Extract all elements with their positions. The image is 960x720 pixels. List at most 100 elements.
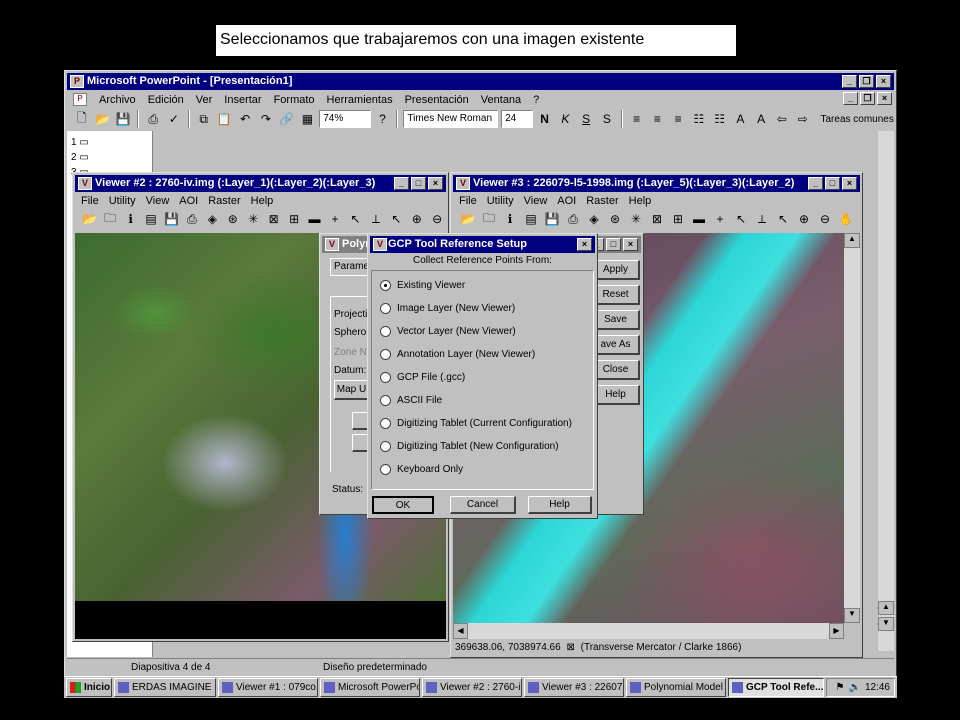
demote-icon[interactable]: ⇨: [794, 110, 812, 128]
option-tablet-current[interactable]: Digitizing Tablet (Current Configuration…: [380, 418, 572, 429]
doc-close-icon[interactable]: ×: [877, 92, 892, 105]
numbering-icon[interactable]: ☷: [690, 110, 708, 128]
apply-button[interactable]: Apply: [592, 260, 640, 280]
scroll-up-icon[interactable]: ▲: [844, 233, 860, 248]
menu-aoi[interactable]: AOI: [179, 195, 198, 207]
doc-minimize-icon[interactable]: _: [843, 92, 858, 105]
scroll-left-icon[interactable]: ◀: [453, 623, 468, 639]
target-icon[interactable]: ⊛: [224, 210, 241, 228]
option-gcp-file[interactable]: GCP File (.gcc): [380, 372, 465, 383]
menu-herramientas[interactable]: Herramientas: [327, 94, 393, 106]
table-icon[interactable]: ▦: [299, 110, 317, 128]
decrease-font-icon[interactable]: A: [752, 110, 770, 128]
menu-view[interactable]: View: [524, 195, 548, 207]
underline-icon[interactable]: S: [577, 110, 595, 128]
italic-icon[interactable]: K: [557, 110, 575, 128]
roam-icon[interactable]: ↖: [347, 210, 364, 228]
arrange-icon[interactable]: ▤: [142, 210, 159, 228]
paste-icon[interactable]: 📋: [216, 110, 234, 128]
line-icon[interactable]: ▬: [690, 210, 708, 228]
undo-icon[interactable]: ↶: [236, 110, 254, 128]
erase-icon[interactable]: ◈: [204, 210, 221, 228]
close-icon[interactable]: ×: [623, 238, 638, 251]
zoom-in-icon[interactable]: ⊕: [795, 210, 813, 228]
shadow-icon[interactable]: S: [598, 110, 616, 128]
option-tablet-new[interactable]: Digitizing Tablet (New Configuration): [380, 441, 559, 452]
taskbar-item-viewer3[interactable]: Viewer #3 : 22607...: [524, 678, 624, 697]
menu-ver[interactable]: Ver: [196, 94, 213, 106]
fit-icon[interactable]: ⊞: [285, 210, 302, 228]
menu-raster[interactable]: Raster: [208, 195, 240, 207]
doc-restore-icon[interactable]: ❐: [860, 92, 875, 105]
menu-ventana[interactable]: Ventana: [481, 94, 521, 106]
taskbar-item-gcp[interactable]: GCP Tool Refe...: [728, 678, 824, 697]
doc-menu-icon[interactable]: P: [73, 93, 87, 106]
map-units-button[interactable]: Map U: [334, 380, 370, 400]
menu-formato[interactable]: Formato: [274, 94, 315, 106]
taskbar-item-viewer2[interactable]: Viewer #2 : 2760-i...: [422, 678, 522, 697]
crosshair-icon[interactable]: +: [711, 210, 729, 228]
hyperlink-icon[interactable]: 🔗: [278, 110, 296, 128]
zoom-out-4x-icon[interactable]: ⊠: [265, 210, 282, 228]
viewer3-vertical-scrollbar[interactable]: ▲ ▼: [844, 233, 860, 623]
arrange-icon[interactable]: ▤: [522, 210, 540, 228]
zoom-out-icon[interactable]: ⊖: [816, 210, 834, 228]
menu-presentacion[interactable]: Presentación: [405, 94, 469, 106]
menu-edicion[interactable]: Edición: [148, 94, 184, 106]
menu-help[interactable]: Help: [629, 195, 652, 207]
new-icon[interactable]: 🗋: [73, 110, 91, 128]
erase-icon[interactable]: ◈: [585, 210, 603, 228]
save-button[interactable]: Save: [592, 310, 640, 330]
close-icon[interactable]: ×: [428, 177, 443, 190]
crosshair-icon[interactable]: +: [326, 210, 343, 228]
maximize-icon[interactable]: □: [411, 177, 426, 190]
scroll-down-icon[interactable]: ▼: [844, 608, 860, 623]
open-icon[interactable]: 📂: [94, 110, 112, 128]
save-icon[interactable]: 💾: [163, 210, 180, 228]
viewer3-horizontal-scrollbar[interactable]: ◀ ▶: [453, 623, 844, 639]
taskbar-item-polynomial[interactable]: Polynomial Model ...: [626, 678, 726, 697]
target-icon[interactable]: ⊛: [606, 210, 624, 228]
menu-utility[interactable]: Utility: [109, 195, 136, 207]
zoom-out-4x-icon[interactable]: ⊠: [648, 210, 666, 228]
viewer2-title-bar[interactable]: V Viewer #2 : 2760-iv.img (:Layer_1)(:La…: [75, 175, 446, 192]
menu-utility[interactable]: Utility: [487, 195, 514, 207]
open-icon[interactable]: 📂: [459, 210, 477, 228]
print-icon[interactable]: ⎙: [144, 110, 162, 128]
taskbar-item-erdas[interactable]: ERDAS IMAGINE ...: [114, 678, 216, 697]
start-button[interactable]: Inicio: [66, 678, 112, 697]
menu-file[interactable]: File: [81, 195, 99, 207]
select-icon[interactable]: ↖: [388, 210, 405, 228]
option-annotation-layer[interactable]: Annotation Layer (New Viewer): [380, 349, 535, 360]
menu-archivo[interactable]: Archivo: [99, 94, 136, 106]
reset-button[interactable]: Reset: [592, 285, 640, 305]
minimize-icon[interactable]: _: [808, 177, 823, 190]
redo-icon[interactable]: ↷: [257, 110, 275, 128]
zoom-in-4x-icon[interactable]: ✳: [245, 210, 262, 228]
option-vector-layer[interactable]: Vector Layer (New Viewer): [380, 326, 516, 337]
select-icon[interactable]: ↖: [774, 210, 792, 228]
close-icon[interactable]: ×: [842, 177, 857, 190]
zoom-select[interactable]: 74%: [319, 110, 371, 128]
help-button[interactable]: Help: [592, 385, 640, 405]
minimize-icon[interactable]: _: [842, 75, 857, 88]
measure-icon[interactable]: ⟂: [367, 210, 384, 228]
option-keyboard-only[interactable]: Keyboard Only: [380, 464, 463, 475]
maximize-icon[interactable]: □: [825, 177, 840, 190]
option-image-layer[interactable]: Image Layer (New Viewer): [380, 303, 515, 314]
menu-insertar[interactable]: Insertar: [224, 94, 261, 106]
restore-icon[interactable]: ❐: [859, 75, 874, 88]
maximize-icon[interactable]: □: [606, 238, 621, 251]
viewer3-title-bar[interactable]: V Viewer #3 : 226079-l5-1998.img (:Layer…: [453, 175, 860, 192]
open-layer-icon[interactable]: 🗀: [480, 210, 498, 228]
promote-icon[interactable]: ⇦: [773, 110, 791, 128]
zoom-in-icon[interactable]: ⊕: [408, 210, 425, 228]
menu-help[interactable]: Help: [251, 195, 274, 207]
powerpoint-title-bar[interactable]: P Microsoft PowerPoint - [Presentación1]…: [67, 73, 894, 90]
option-ascii-file[interactable]: ASCII File: [380, 395, 442, 406]
help-button[interactable]: Help: [528, 496, 592, 514]
copy-icon[interactable]: ⧉: [195, 110, 213, 128]
increase-font-icon[interactable]: A: [732, 110, 750, 128]
fit-icon[interactable]: ⊞: [669, 210, 687, 228]
spelling-icon[interactable]: ✓: [165, 110, 183, 128]
